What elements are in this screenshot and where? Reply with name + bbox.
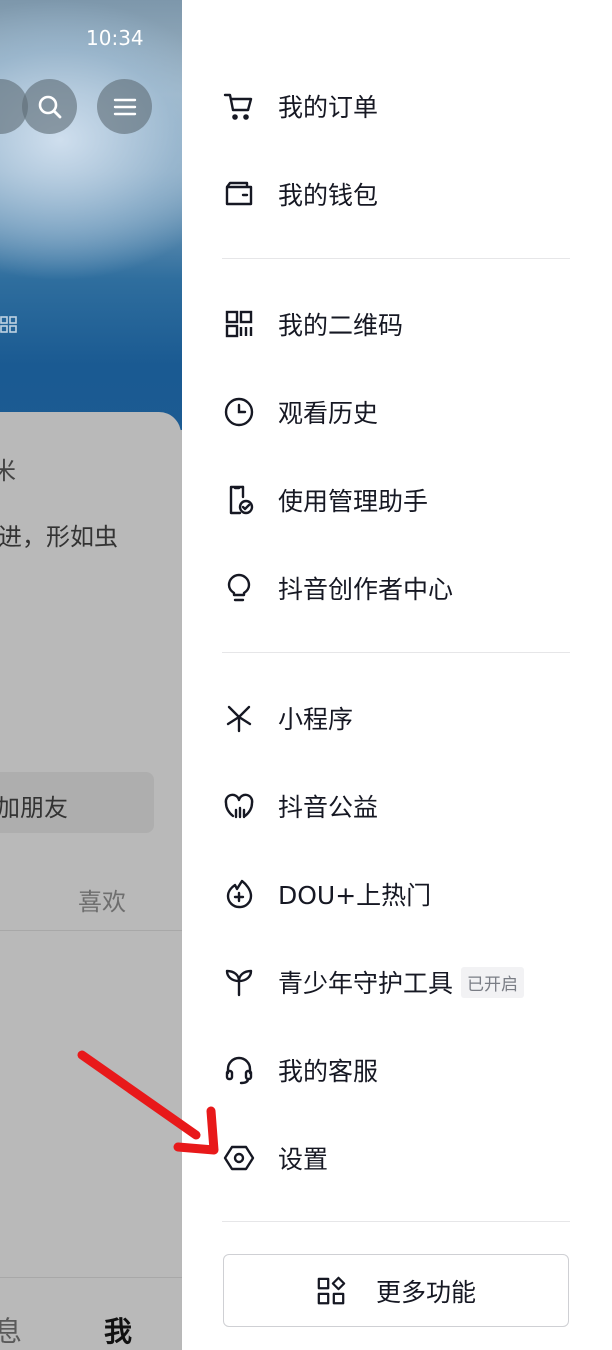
qr-small-icon [0, 316, 17, 333]
menu-item-label: 我的二维码 [278, 311, 404, 340]
search-icon [38, 95, 61, 118]
section-divider [222, 1221, 570, 1222]
menu-item-customer-service[interactable]: 我的客服 [222, 1045, 378, 1095]
menu-item-wallet[interactable]: 我的钱包 [222, 169, 378, 219]
phone-check-icon [222, 483, 256, 517]
menu-item-label: 我的订单 [278, 93, 379, 122]
search-button[interactable] [22, 79, 77, 134]
likes-tab[interactable]: 喜欢 [78, 882, 126, 917]
menu-item-label: 设置 [278, 1145, 329, 1174]
lightbulb-icon [222, 571, 256, 605]
section-divider [222, 652, 570, 653]
settings-hexagon-icon [222, 1141, 256, 1175]
menu-item-mini-program[interactable]: 小程序 [222, 693, 353, 743]
menu-item-usage-assistant[interactable]: 使用管理助手 [222, 475, 428, 525]
menu-item-label: 观看历史 [278, 399, 379, 428]
partial-title: 米 [0, 457, 16, 485]
menu-item-label: 抖音公益 [278, 793, 379, 822]
qr-code-icon [222, 307, 256, 341]
partial-bio: 进，形如虫 [0, 523, 118, 551]
profile-page-background: 10:34 米 进，形如虫 加朋友 喜欢 息 我 [0, 0, 182, 1350]
menu-item-charity[interactable]: 抖音公益 [222, 781, 378, 831]
profile-banner [0, 0, 182, 430]
fire-plus-icon [222, 877, 256, 911]
menu-item-label: DOU+上热门 [278, 881, 432, 910]
menu-item-qr-code[interactable]: 我的二维码 [222, 299, 403, 349]
menu-item-label: 小程序 [278, 705, 354, 734]
status-time: 10:34 [86, 26, 144, 50]
menu-icon [113, 98, 136, 115]
menu-item-teen-protection[interactable]: 青少年守护工具 已开启 [222, 957, 525, 1007]
section-divider [222, 258, 570, 259]
menu-item-creator-center[interactable]: 抖音创作者中心 [222, 563, 453, 613]
menu-button[interactable] [97, 79, 152, 134]
menu-item-label: 我的钱包 [278, 181, 379, 210]
menu-item-history[interactable]: 观看历史 [222, 387, 378, 437]
menu-item-label: 抖音创作者中心 [278, 575, 454, 604]
menu-item-dou-plus[interactable]: DOU+上热门 [222, 869, 431, 919]
cart-icon [222, 89, 256, 123]
menu-item-label: 青少年守护工具 [278, 969, 454, 998]
menu-item-label: 我的客服 [278, 1057, 379, 1086]
headset-icon [222, 1053, 256, 1087]
grid-more-icon [316, 1276, 346, 1306]
tab-divider [0, 930, 182, 931]
status-badge: 已开启 [461, 966, 525, 998]
side-drawer: 我的订单 我的钱包 我的二维码 观看历史 使用管理助手 抖音创作者中心 小程序 … [182, 0, 612, 1350]
menu-item-label: 使用管理助手 [278, 487, 429, 516]
nav-divider [0, 1277, 182, 1278]
wallet-icon [222, 177, 256, 211]
nav-messages[interactable]: 息 [0, 1310, 22, 1350]
nav-me[interactable]: 我 [104, 1310, 132, 1350]
heart-charity-icon [222, 789, 256, 823]
sprout-icon [222, 965, 256, 999]
more-features-button[interactable]: 更多功能 [223, 1254, 569, 1327]
mini-program-icon [222, 701, 256, 735]
add-friend-label: 加朋友 [0, 794, 68, 822]
profile-card [0, 412, 181, 1350]
menu-item-settings[interactable]: 设置 [222, 1133, 328, 1183]
more-features-label: 更多功能 [375, 1277, 476, 1307]
clock-icon [222, 395, 256, 429]
menu-item-orders[interactable]: 我的订单 [222, 81, 378, 131]
